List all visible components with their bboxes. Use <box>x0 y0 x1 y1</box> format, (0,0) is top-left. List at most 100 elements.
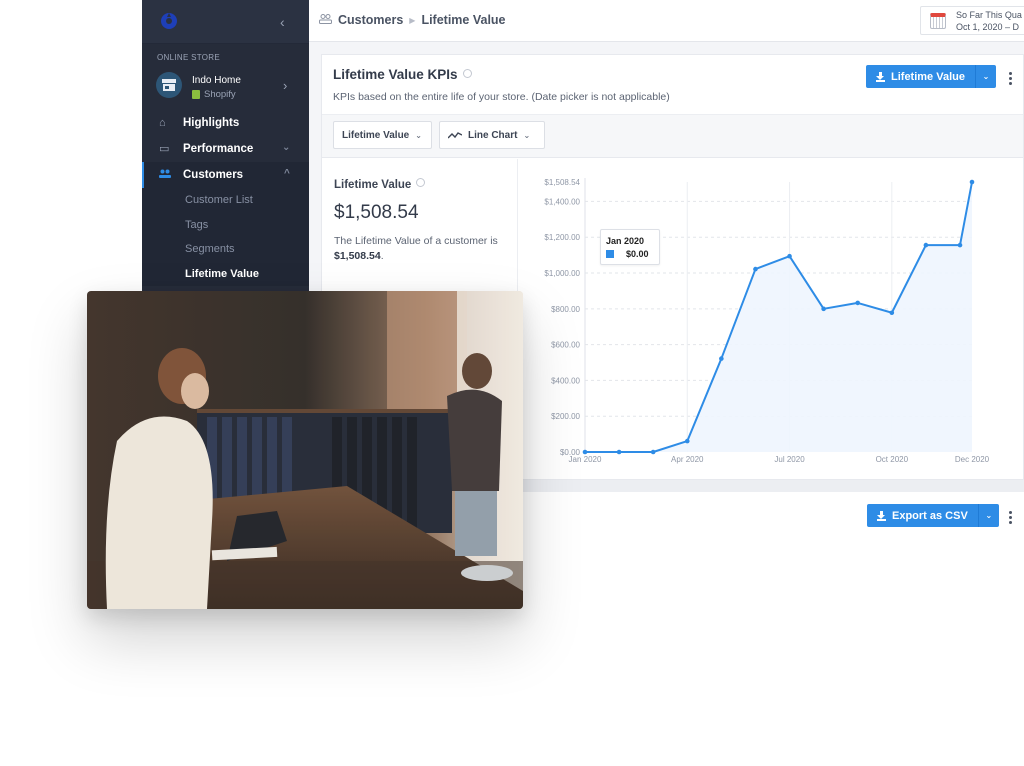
more-options-icon[interactable] <box>1007 509 1013 526</box>
users-icon <box>159 169 171 181</box>
chart-type-dropdown-label: Line Chart <box>468 129 518 141</box>
kpi-label-text: Lifetime Value <box>334 179 412 191</box>
data-point <box>821 306 826 312</box>
chevron-down-icon: ⌄ <box>282 142 291 153</box>
sidebar: ‹ ONLINE STORE Indo Home Shopify › ⌂ Hig… <box>142 0 309 300</box>
sidebar-item-performance[interactable]: ▭ Performance ⌄ <box>142 136 309 162</box>
sidebar-subitem-tags[interactable]: Tags <box>142 213 309 238</box>
sidebar-item-label: Customers <box>183 169 244 181</box>
export-csv-button[interactable]: Export as CSV ⌄ <box>867 504 999 527</box>
chart-canvas: $0.00 $200.00 $400.00 $600.00 $800.00 $1,000.… <box>544 178 990 464</box>
chevron-up-icon: ^ <box>284 168 290 179</box>
x-tick-label: Jan 2020 <box>569 455 602 464</box>
store-platform-label: Shopify <box>204 89 236 100</box>
date-picker[interactable]: So Far This Qua Oct 1, 2020 – D <box>920 6 1024 35</box>
chart-tooltip: Jan 2020 $0.00 <box>600 229 660 265</box>
breadcrumb-separator-icon: ▶ <box>409 15 416 25</box>
metric-dropdown-label: Lifetime Value <box>342 129 410 141</box>
data-point <box>969 179 975 185</box>
date-preset-label: So Far This Qua <box>956 10 1022 20</box>
chart-type-dropdown[interactable]: Line Chart ⌄ <box>439 121 545 149</box>
data-point <box>753 266 758 272</box>
x-tick-label: Dec 2020 <box>955 455 990 464</box>
y-tick-label: $800.00 <box>551 305 580 314</box>
metric-dropdown[interactable]: Lifetime Value ⌄ <box>333 121 432 149</box>
data-point <box>889 310 895 316</box>
sidebar-section-label: ONLINE STORE <box>157 53 221 62</box>
home-icon: ⌂ <box>159 117 166 129</box>
data-point <box>923 242 929 248</box>
card-title-text: Lifetime Value KPIs <box>333 67 458 82</box>
data-point <box>650 449 656 455</box>
card-header: Lifetime Value KPIs KPIs based on the en… <box>322 55 1023 115</box>
y-tick-label: $1,400.00 <box>544 197 580 206</box>
sidebar-item-customers[interactable]: Customers ^ <box>142 162 309 188</box>
card-subtitle: KPIs based on the entire life of your st… <box>333 91 670 103</box>
sidebar-item-highlights[interactable]: ⌂ Highlights <box>142 110 309 136</box>
shopify-icon <box>192 90 200 99</box>
data-point <box>787 253 792 259</box>
monitor-icon: ▭ <box>159 143 170 155</box>
chevron-left-icon[interactable]: ‹ <box>280 14 285 30</box>
download-button-label: Lifetime Value <box>891 70 965 83</box>
date-range-label: Oct 1, 2020 – D <box>956 22 1020 32</box>
data-point <box>855 300 861 306</box>
users-outline-icon <box>319 13 332 27</box>
line-chart: $0.00 $200.00 $400.00 $600.00 $800.00 $1,000.… <box>519 159 1024 480</box>
chevron-down-icon[interactable]: ⌄ <box>977 504 999 527</box>
x-tick-label: Oct 2020 <box>876 455 909 464</box>
y-tick-label: $1,508.54 <box>544 178 580 187</box>
breadcrumb-customers[interactable]: Customers <box>338 13 403 27</box>
export-button-main[interactable]: Export as CSV <box>867 504 978 527</box>
calendar-icon <box>930 13 946 29</box>
tooltip-value: $0.00 <box>626 249 649 259</box>
export-button-label: Export as CSV <box>892 509 968 522</box>
sidebar-subitem-segments[interactable]: Segments <box>142 237 309 262</box>
chevron-down-icon: ⌄ <box>415 130 422 140</box>
chart-toolbar: Lifetime Value ⌄ Line Chart ⌄ <box>322 115 1023 158</box>
data-point <box>719 356 724 361</box>
info-icon[interactable] <box>416 178 426 187</box>
breadcrumb: Customers ▶ Lifetime Value <box>319 13 506 27</box>
chevron-down-icon: ⌄ <box>523 130 531 140</box>
sidebar-subitem-customer-list[interactable]: Customer List <box>142 188 309 213</box>
storefront-icon <box>162 79 176 91</box>
chevron-down-icon[interactable]: ⌄ <box>974 65 996 88</box>
info-icon[interactable] <box>462 69 472 78</box>
sidebar-item-label: Performance <box>183 143 254 155</box>
card-title: Lifetime Value KPIs <box>333 67 472 82</box>
store-photo-illustration <box>87 291 523 609</box>
y-tick-label: $200.00 <box>551 412 580 421</box>
stage: ‹ ONLINE STORE Indo Home Shopify › ⌂ Hig… <box>0 0 1024 766</box>
y-tick-label: $400.00 <box>551 376 580 385</box>
brand-logo[interactable] <box>159 11 179 31</box>
y-tick-label: $1,000.00 <box>544 269 580 278</box>
kpi-label: Lifetime Value <box>334 178 426 191</box>
download-icon <box>876 71 885 82</box>
store-switcher[interactable]: Indo Home Shopify › <box>142 66 309 110</box>
y-tick-label: $600.00 <box>551 341 580 350</box>
breadcrumb-current: Lifetime Value <box>421 13 506 27</box>
tooltip-title: Jan 2020 <box>606 236 645 246</box>
store-photo <box>87 291 523 609</box>
kpi-description-text: The Lifetime Value of a customer is <box>334 235 498 247</box>
data-point <box>582 449 588 455</box>
line-chart-icon <box>448 132 462 139</box>
sidebar-header: ‹ <box>142 0 309 44</box>
data-point <box>957 242 963 248</box>
top-bar: Customers ▶ Lifetime Value So Far This Q… <box>309 0 1024 42</box>
store-avatar <box>156 72 182 98</box>
download-icon <box>877 510 886 521</box>
store-name: Indo Home <box>192 75 241 86</box>
chevron-right-icon: › <box>283 78 288 93</box>
area-fill <box>585 182 972 452</box>
customers-submenu: Customer List Tags Segments Lifetime Val… <box>142 188 309 286</box>
kpi-value: $1,508.54 <box>334 202 419 223</box>
kpi-description: The Lifetime Value of a customer is $1,5… <box>334 234 514 264</box>
download-lifetime-value-button[interactable]: Lifetime Value ⌄ <box>866 65 996 88</box>
tooltip-swatch <box>606 250 614 258</box>
y-tick-label: $1,200.00 <box>544 233 580 242</box>
download-button-main[interactable]: Lifetime Value <box>866 65 975 88</box>
sidebar-subitem-lifetime-value[interactable]: Lifetime Value <box>142 262 309 287</box>
more-options-icon[interactable] <box>1007 70 1013 87</box>
